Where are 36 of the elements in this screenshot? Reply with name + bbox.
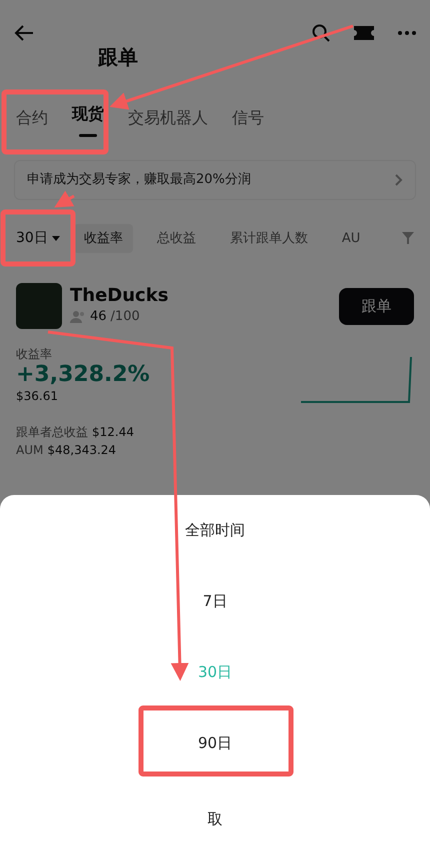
follower-pnl-label: 跟单者总收益 xyxy=(16,424,88,442)
page-title: 跟单 xyxy=(97,44,139,71)
period-option[interactable]: 7日 xyxy=(0,566,430,637)
follower-pnl-value: $12.44 xyxy=(92,424,134,442)
sort-chip[interactable]: 累计跟单人数 xyxy=(220,224,318,253)
avatar-image xyxy=(16,283,62,329)
ticket-icon[interactable] xyxy=(354,26,374,40)
follow-button[interactable]: 跟单 xyxy=(339,288,414,324)
caret-icon xyxy=(52,236,60,241)
period-option[interactable]: 全部时间 xyxy=(0,495,430,566)
tab[interactable]: 合约 xyxy=(16,102,48,146)
more-icon[interactable] xyxy=(398,31,416,35)
sort-chip[interactable]: 总收益 xyxy=(146,224,206,253)
tab[interactable]: 现货 xyxy=(72,102,104,146)
aum-value: $48,343.24 xyxy=(47,442,116,460)
period-option[interactable]: 30日 xyxy=(0,637,430,708)
people-icon xyxy=(70,310,86,323)
promo-banner[interactable]: 申请成为交易专家，赚取最高20%分润 xyxy=(14,160,416,200)
back-icon[interactable] xyxy=(14,24,34,42)
sort-chip[interactable]: AU xyxy=(332,224,370,253)
tab[interactable]: 信号 xyxy=(232,102,264,146)
banner-text: 申请成为交易专家，赚取最高20%分润 xyxy=(27,171,251,189)
chevron-right-icon xyxy=(395,174,403,186)
annotation-arrow xyxy=(54,190,75,208)
period-option[interactable]: 90日 xyxy=(0,708,430,779)
trader-name: TheDucks xyxy=(70,285,170,308)
pnl-value: $36.61 xyxy=(16,388,59,406)
cancel-button[interactable]: 取 xyxy=(0,784,430,841)
follower-capacity: /100 xyxy=(110,308,140,326)
aum-label: AUM xyxy=(16,442,44,460)
search-icon[interactable] xyxy=(312,24,330,42)
roi-label: 收益率 xyxy=(16,346,53,363)
sort-chip[interactable]: 收益率 xyxy=(74,224,133,253)
roi-value: +3,328.2% xyxy=(16,363,151,388)
tab[interactable]: 交易机器人 xyxy=(128,102,208,146)
follower-count: 46 xyxy=(90,308,107,326)
